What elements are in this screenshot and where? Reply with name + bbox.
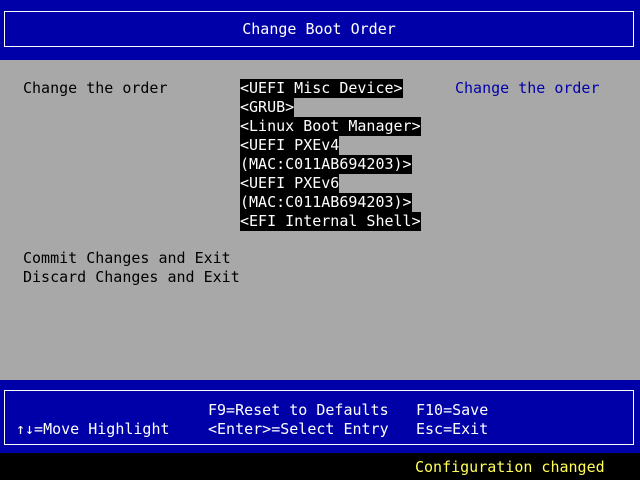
status-bar: Configuration changed [0, 453, 640, 480]
title-bar: Change Boot Order [0, 0, 640, 60]
move-highlight-hint: ↑↓=Move Highlight [16, 420, 170, 438]
boot-entry-uefi-misc-device[interactable]: <UEFI Misc Device> [240, 79, 403, 98]
status-message: Configuration changed [415, 458, 605, 476]
boot-entry-efi-internal-shell[interactable]: <EFI Internal Shell> [240, 212, 421, 231]
main-panel: Change the order <UEFI Misc Device> <GRU… [0, 60, 640, 380]
boot-entry-linux-boot-manager[interactable]: <Linux Boot Manager> [240, 117, 421, 136]
bios-screen: Change Boot Order Change the order <UEFI… [0, 0, 640, 480]
key-help-frame: ↑↓=Move Highlight F9=Reset to Defaults <… [4, 390, 634, 445]
boot-entry-grub[interactable]: <GRUB> [240, 98, 295, 117]
help-text: Change the order [455, 79, 600, 97]
title-frame: Change Boot Order [4, 11, 634, 47]
discard-changes-and-exit[interactable]: Discard Changes and Exit [23, 268, 240, 287]
reset-defaults-hint: F9=Reset to Defaults [208, 401, 389, 419]
boot-entry-uefi-pxev4[interactable]: <UEFI PXEv4 [240, 136, 340, 155]
select-entry-hint: <Enter>=Select Entry [208, 420, 389, 438]
key-help-bar: ↑↓=Move Highlight F9=Reset to Defaults <… [0, 380, 640, 453]
page-title: Change Boot Order [242, 20, 396, 38]
boot-entry-uefi-pxev6-mac[interactable]: (MAC:C011AB694203)> [240, 193, 412, 212]
boot-entry-uefi-pxev6[interactable]: <UEFI PXEv6 [240, 174, 340, 193]
exit-hint: Esc=Exit [416, 420, 489, 438]
save-hint: F10=Save [416, 401, 489, 419]
boot-entry-uefi-pxev4-mac[interactable]: (MAC:C011AB694203)> [240, 155, 412, 174]
change-order-label[interactable]: Change the order [23, 79, 168, 98]
commit-changes-and-exit[interactable]: Commit Changes and Exit [23, 249, 231, 268]
boot-order-list[interactable]: <UEFI Misc Device> <GRUB> <Linux Boot Ma… [240, 79, 421, 231]
